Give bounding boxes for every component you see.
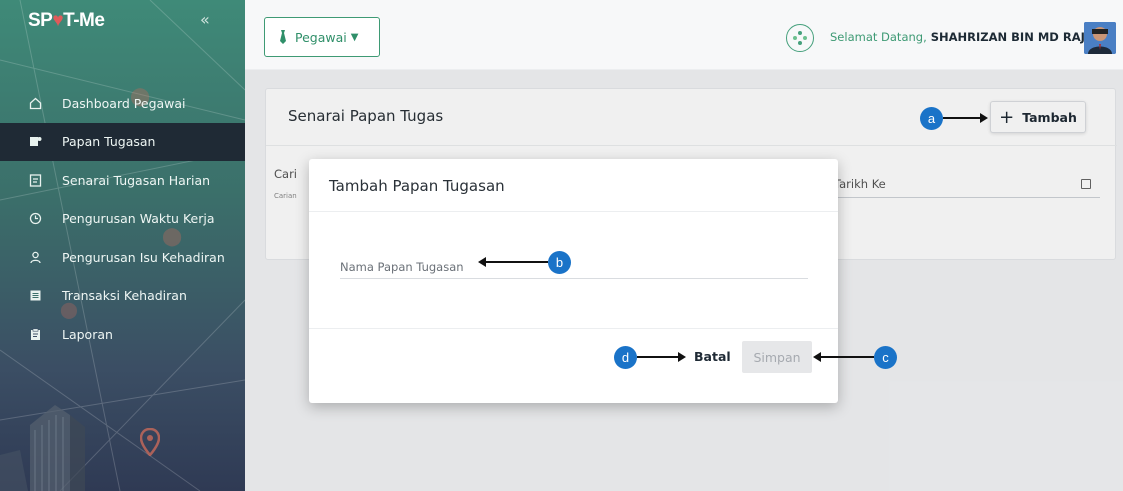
arrow-right-icon xyxy=(637,352,686,362)
arrow-left-icon xyxy=(813,352,874,362)
modal-title: Tambah Papan Tugasan xyxy=(329,177,505,195)
top-header: Pegawai ▼ Selamat Datang, SHAHRIZAN BIN M… xyxy=(245,0,1123,70)
sidebar-item-pengurusan-waktu-kerja[interactable]: Pengurusan Waktu Kerja xyxy=(0,200,245,239)
cancel-button[interactable]: Batal xyxy=(694,349,731,364)
divider xyxy=(309,211,838,212)
location-pin-icon: ♥ xyxy=(52,10,64,31)
callout-d: d xyxy=(614,346,637,369)
app-emblem-icon xyxy=(786,24,814,52)
arrow-left-icon xyxy=(478,257,548,267)
clock-icon xyxy=(28,212,42,226)
callout-a: a xyxy=(920,107,943,130)
building-illustration xyxy=(0,405,85,491)
chevron-double-left-icon[interactable]: « xyxy=(200,10,210,29)
add-task-board-modal: Tambah Papan Tugasan Nama Papan Tugasan … xyxy=(309,159,838,403)
home-icon xyxy=(28,96,42,110)
sidebar-item-label: Dashboard Pegawai xyxy=(62,95,186,111)
callout-b: b xyxy=(548,251,571,274)
brand-logo[interactable]: SP♥T-Me xyxy=(28,10,105,32)
sidebar-item-papan-tugasan[interactable]: Papan Tugasan xyxy=(0,122,245,161)
board-icon xyxy=(28,135,42,149)
role-label: Pegawai xyxy=(295,29,347,45)
welcome-text: Selamat Datang, SHAHRIZAN BIN MD RAJ... xyxy=(830,30,1098,44)
map-pin-icon xyxy=(139,427,161,462)
sidebar: SP♥T-Me « ⬤ ⬤ ⬤ Dashboard Pegawai Papan … xyxy=(0,0,245,491)
role-dropdown-button[interactable]: Pegawai ▼ xyxy=(264,17,380,57)
sidebar-item-label: Senarai Tugasan Harian xyxy=(62,172,211,188)
sidebar-item-label: Papan Tugasan xyxy=(62,134,156,150)
sidebar-item-transaksi-kehadiran[interactable]: Transaksi Kehadiran xyxy=(0,277,245,316)
sidebar-item-label: Transaksi Kehadiran xyxy=(62,288,187,304)
sidebar-item-label: Laporan xyxy=(62,326,113,342)
sidebar-item-pengurusan-isu-kehadiran[interactable]: Pengurusan Isu Kehadiran xyxy=(0,238,245,277)
chevron-down-icon: ▼ xyxy=(350,31,359,43)
user-name: SHAHRIZAN BIN MD RAJ... xyxy=(930,30,1098,44)
avatar[interactable] xyxy=(1084,22,1116,54)
task-list-icon xyxy=(28,173,42,187)
arrow-right-icon xyxy=(943,113,988,123)
report-icon xyxy=(28,327,42,341)
callout-c: c xyxy=(874,346,897,369)
sidebar-item-laporan[interactable]: Laporan xyxy=(0,315,245,354)
sidebar-item-label: Pengurusan Isu Kehadiran xyxy=(62,249,225,265)
task-board-name-underline xyxy=(340,278,808,279)
sidebar-nav: Dashboard Pegawai Papan Tugasan Senarai … xyxy=(0,84,245,354)
task-board-name-input[interactable]: Nama Papan Tugasan xyxy=(340,260,464,274)
save-button[interactable]: Simpan xyxy=(742,341,812,373)
tie-icon xyxy=(280,30,286,44)
sidebar-item-senarai-tugasan-harian[interactable]: Senarai Tugasan Harian xyxy=(0,161,245,200)
list-icon xyxy=(28,289,42,303)
user-icon xyxy=(28,250,42,264)
modal-footer: Batal Simpan xyxy=(309,329,838,387)
sidebar-item-label: Pengurusan Waktu Kerja xyxy=(62,211,215,227)
sidebar-item-dashboard-pegawai[interactable]: Dashboard Pegawai xyxy=(0,84,245,123)
